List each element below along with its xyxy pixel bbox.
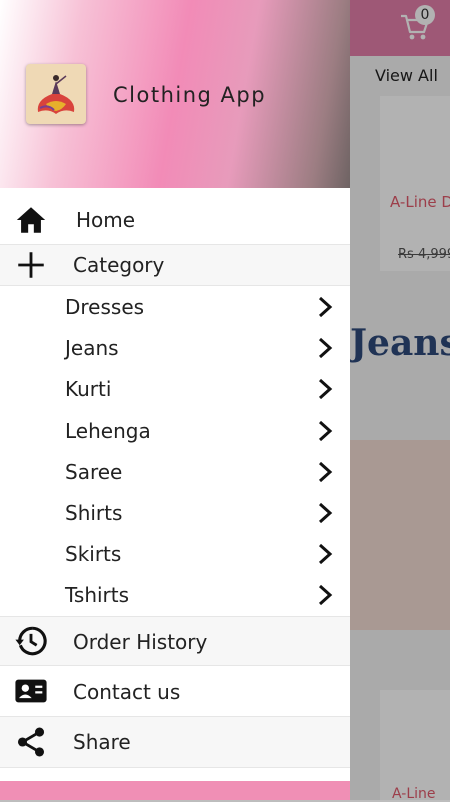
category-label: Tshirts [65, 583, 130, 607]
menu-label-category: Category [73, 253, 165, 277]
menu-item-contact-us[interactable]: Contact us [0, 666, 350, 717]
category-label: Dresses [65, 295, 145, 319]
category-item-dresses[interactable]: Dresses [0, 287, 350, 328]
category-label: Jeans [65, 336, 119, 360]
app-logo [26, 64, 86, 124]
chevron-right-icon [318, 502, 333, 524]
category-item-tshirts[interactable]: Tshirts [0, 575, 350, 617]
menu-item-home[interactable]: Home [0, 197, 350, 245]
category-item-shirts[interactable]: Shirts [0, 493, 350, 534]
drawer-header: Clothing App [0, 0, 350, 188]
navigation-drawer: Clothing App Home Category Dresses Jeans… [0, 0, 350, 800]
chevron-right-icon [318, 337, 333, 359]
dancer-logo-icon [37, 75, 75, 114]
menu-label-share: Share [73, 730, 131, 754]
plus-icon [18, 252, 44, 278]
app-name: Clothing App [113, 83, 267, 107]
menu-item-category[interactable]: Category [0, 245, 350, 286]
chevron-right-icon [318, 461, 333, 483]
history-icon [15, 626, 47, 656]
category-item-jeans[interactable]: Jeans [0, 328, 350, 369]
category-item-skirts[interactable]: Skirts [0, 534, 350, 575]
category-label: Lehenga [65, 419, 151, 443]
chevron-right-icon [318, 378, 333, 400]
category-label: Saree [65, 460, 123, 484]
drawer-footer-strip [0, 781, 350, 800]
category-item-lehenga[interactable]: Lehenga [0, 411, 350, 452]
category-label: Skirts [65, 542, 122, 566]
category-item-kurti[interactable]: Kurti [0, 369, 350, 410]
category-label: Shirts [65, 501, 123, 525]
share-icon [17, 727, 45, 757]
chevron-right-icon [318, 543, 333, 565]
menu-item-order-history[interactable]: Order History [0, 617, 350, 666]
menu-item-share[interactable]: Share [0, 717, 350, 768]
chevron-right-icon [318, 296, 333, 318]
contact-card-icon [15, 679, 47, 703]
chevron-right-icon [318, 420, 333, 442]
chevron-right-icon [318, 584, 333, 606]
category-item-saree[interactable]: Saree [0, 452, 350, 493]
home-icon [16, 207, 46, 233]
category-label: Kurti [65, 377, 112, 401]
menu-label-home: Home [76, 208, 136, 232]
menu-label-contact-us: Contact us [73, 680, 181, 704]
menu-label-order-history: Order History [73, 630, 208, 654]
